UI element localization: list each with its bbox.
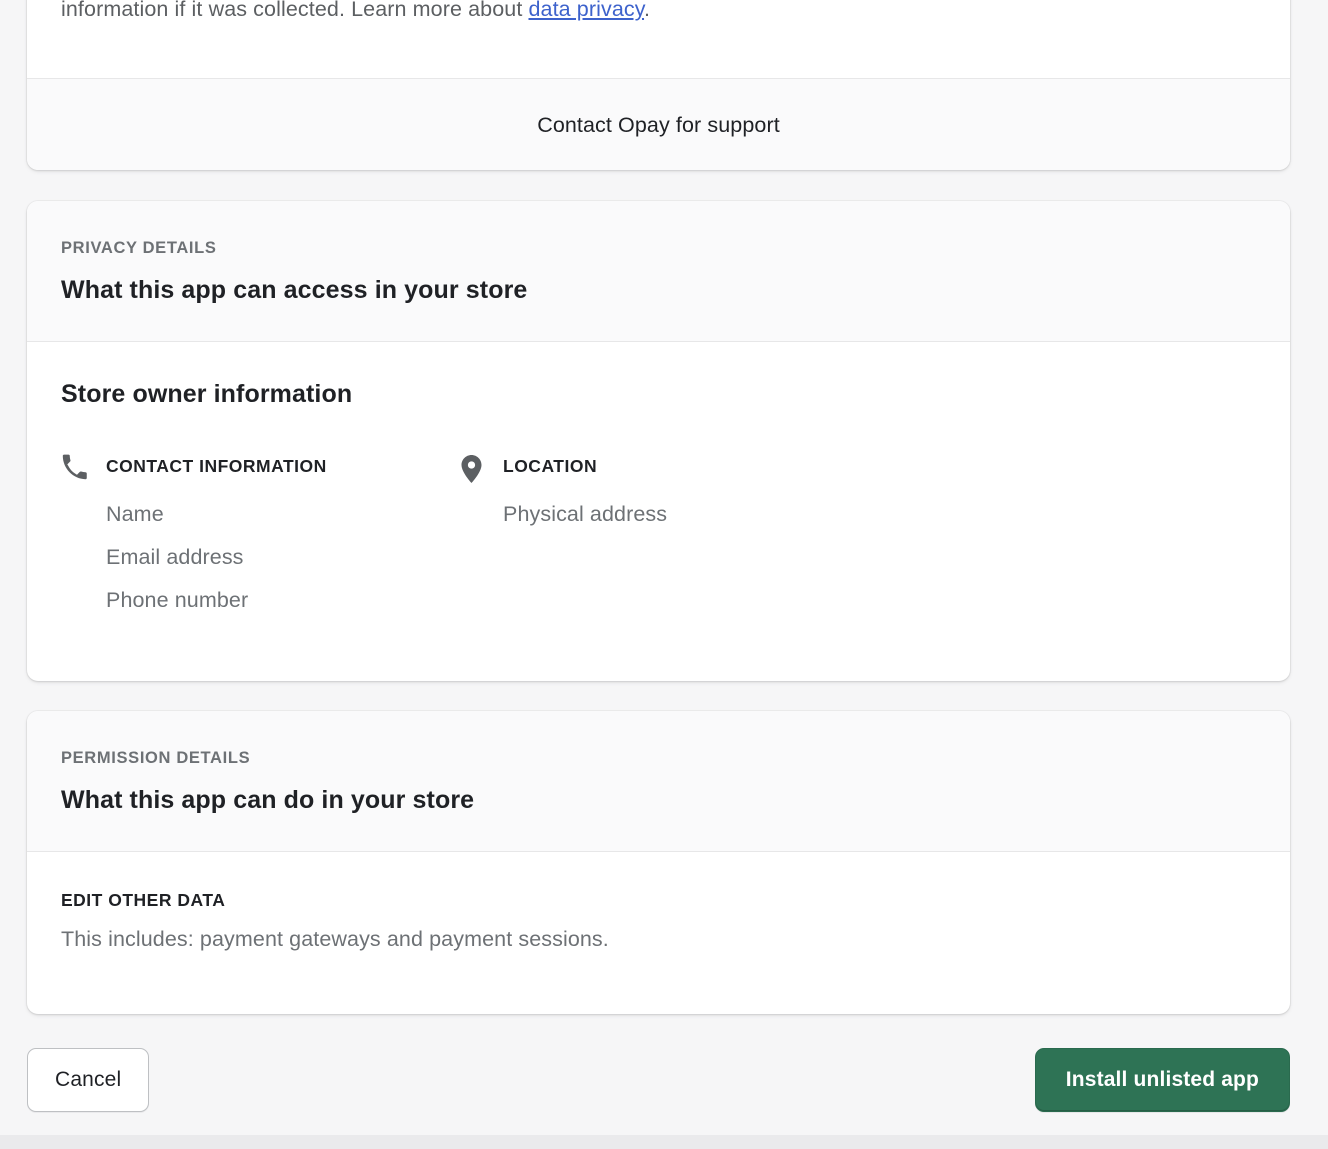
permission-details-title: What this app can do in your store [61,786,475,814]
contact-support-row[interactable]: Contact Opay for support [27,78,1290,170]
location-item: Physical address [503,502,668,526]
install-unlisted-app-button[interactable]: Install unlisted app [1034,1048,1290,1112]
location-pin-icon [458,454,488,483]
privacy-intro-text-before: information if it was collected. Learn m… [61,0,529,21]
permission-scope-description: This includes: payment gateways and paym… [61,927,609,951]
location-content: LOCATION Physical address [503,453,667,536]
contact-information-heading: CONTACT INFORMATION [106,456,327,476]
app-install-permissions-page: information if it was collected. Learn m… [0,0,1328,1149]
privacy-intro-body: information if it was collected. Learn m… [27,0,1290,78]
contact-information-content: CONTACT INFORMATION Name Email address P… [106,453,327,622]
phone-icon [61,454,91,480]
data-privacy-link[interactable]: data privacy [528,0,644,21]
contact-information-column: CONTACT INFORMATION Name Email address P… [61,453,458,622]
privacy-details-body: Store owner information CONTACT INFORMAT… [27,342,1290,662]
footer-actions: Cancel Install unlisted app [27,1048,1290,1112]
scroll-area[interactable]: information if it was collected. Learn m… [0,0,1328,1135]
cancel-button[interactable]: Cancel [27,1048,150,1112]
contact-information-item: Name [106,502,164,526]
store-owner-information-heading: Store owner information [61,380,353,408]
permission-details-eyebrow: PERMISSION DETAILS [61,749,251,767]
permission-details-body: EDIT OTHER DATA This includes: payment g… [27,852,1290,996]
permission-scope-name: EDIT OTHER DATA [61,890,226,910]
privacy-details-title: What this app can access in your store [61,276,528,304]
contact-support-label: Contact Opay for support [537,112,780,137]
privacy-intro-paragraph: information if it was collected. Learn m… [61,0,1256,24]
privacy-intro-text-after: . [644,0,651,21]
location-column: LOCATION Physical address [458,453,667,536]
privacy-intro-card: information if it was collected. Learn m… [27,0,1290,170]
bottom-strip [0,1135,1328,1149]
permission-details-card: PERMISSION DETAILS What this app can do … [27,711,1290,1014]
privacy-details-eyebrow: PRIVACY DETAILS [61,239,217,257]
permission-details-header: PERMISSION DETAILS What this app can do … [27,711,1290,852]
privacy-details-header: PRIVACY DETAILS What this app can access… [27,201,1290,342]
contact-information-item: Phone number [106,588,249,612]
contact-information-item: Email address [106,545,244,569]
location-heading: LOCATION [503,456,598,476]
privacy-details-card: PRIVACY DETAILS What this app can access… [27,201,1290,681]
store-owner-information-grid: CONTACT INFORMATION Name Email address P… [61,453,1256,622]
